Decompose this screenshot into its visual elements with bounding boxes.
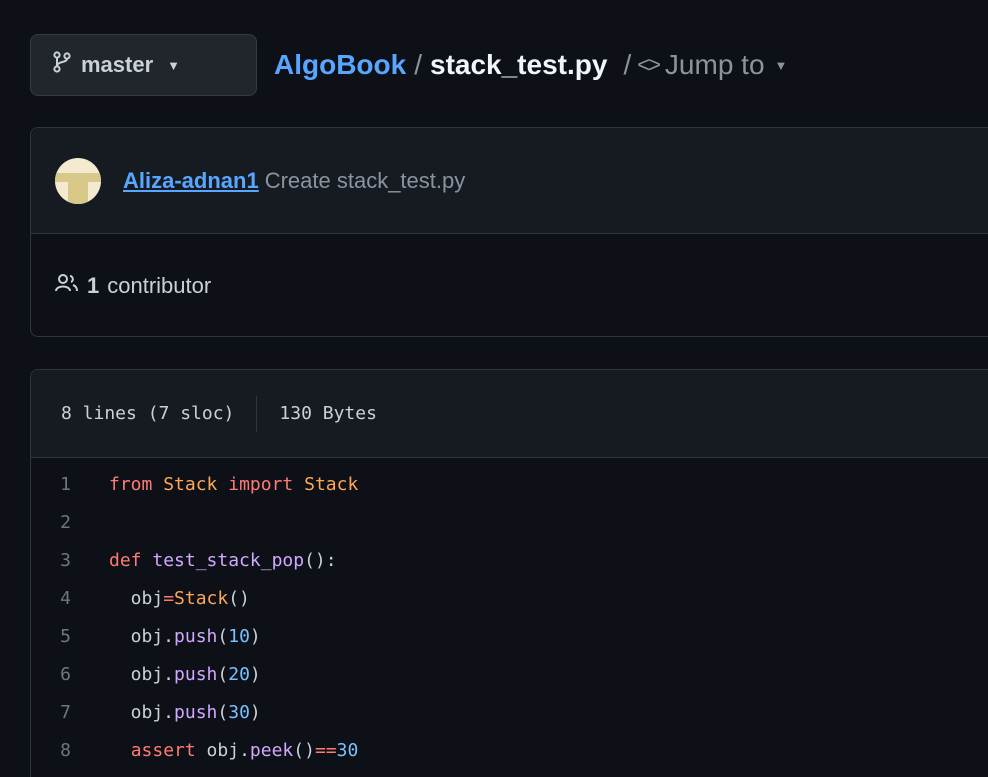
file-name: stack_test.py — [430, 49, 608, 80]
line-number[interactable]: 3 — [31, 550, 109, 571]
code-view: 1 from Stack import Stack 2 3 def test_stack… — [31, 458, 988, 769]
chevron-down-icon: ▼ — [774, 57, 788, 73]
code-token: push — [174, 701, 218, 723]
line-number[interactable]: 5 — [31, 626, 109, 647]
people-icon — [55, 273, 79, 299]
code-token: () — [293, 739, 315, 761]
file-box: 8 lines (7 sloc) 130 Bytes 1 from Stack i… — [30, 369, 988, 777]
code-token: ) — [249, 663, 261, 685]
code-token: import — [228, 473, 294, 495]
code-line: 1 from Stack import Stack — [31, 465, 988, 503]
code-token: from — [109, 473, 153, 495]
code-token: 20 — [228, 663, 250, 685]
code-token: ) — [249, 701, 261, 723]
code-line: 5 obj.push(10) — [31, 617, 988, 655]
code-token: (): — [304, 549, 337, 571]
code-token: Stack — [304, 473, 359, 495]
code-token: Stack — [163, 473, 218, 495]
branch-name: master — [81, 52, 154, 77]
line-number[interactable]: 1 — [31, 474, 109, 495]
line-source: assert obj.peek()==30 — [109, 739, 359, 761]
code-token: ( — [217, 663, 229, 685]
line-source: obj=Stack() — [109, 588, 250, 609]
code-token: ( — [217, 701, 229, 723]
code-token: push — [174, 663, 218, 685]
code-token: = — [163, 587, 175, 609]
chevron-down-icon: ▼ — [167, 57, 181, 73]
code-line: 3 def test_stack_pop(): — [31, 541, 988, 579]
code-token: 30 — [336, 739, 359, 761]
code-line: 8 assert obj.peek()==30 — [31, 731, 988, 769]
avatar[interactable] — [55, 157, 101, 204]
commit-box: Aliza-adnan1 Create stack_test.py 1 cont… — [30, 127, 988, 337]
code-token: obj — [109, 587, 164, 609]
code-token: == — [314, 739, 337, 761]
jump-to-button[interactable]: <> Jump to ▼ — [637, 49, 787, 81]
code-token: obj. — [109, 625, 175, 647]
line-number[interactable]: 7 — [31, 702, 109, 723]
jump-to-label: Jump to — [664, 49, 765, 80]
contributor-count: 1 — [87, 272, 100, 298]
line-source: obj.push(20) — [109, 664, 261, 685]
line-source: obj.push(10) — [109, 626, 261, 647]
code-token: obj. — [195, 739, 250, 761]
code-line: 6 obj.push(20) — [31, 655, 988, 693]
commit-author-link[interactable]: Aliza-adnan1 — [123, 168, 259, 194]
code-token: () — [228, 587, 250, 609]
line-number[interactable]: 8 — [31, 740, 109, 761]
code-token: ( — [217, 625, 229, 647]
line-source: obj.push(30) — [109, 702, 261, 723]
code-token: push — [174, 625, 218, 647]
breadcrumb-separator: / — [623, 49, 632, 80]
code-token: assert — [130, 739, 196, 761]
code-token: test_stack_pop — [152, 549, 305, 571]
code-token: def — [109, 549, 142, 571]
code-line: 7 obj.push(30) — [31, 693, 988, 731]
line-number[interactable]: 2 — [31, 512, 109, 533]
code-line: 2 — [31, 503, 988, 541]
code-token: Stack — [174, 587, 229, 609]
divider — [256, 395, 258, 432]
git-branch-icon — [53, 51, 71, 79]
breadcrumb: AlgoBook / stack_test.py / <> Jump to ▼ — [274, 49, 787, 81]
line-number[interactable]: 6 — [31, 664, 109, 685]
breadcrumb-separator: / — [414, 49, 422, 80]
github-file-view: master ▼ AlgoBook / stack_test.py / <> J… — [0, 0, 988, 777]
file-info-bar: 8 lines (7 sloc) 130 Bytes — [31, 370, 988, 458]
code-token: 10 — [228, 625, 250, 647]
line-count: 8 lines (7 sloc) — [61, 403, 235, 424]
contributors[interactable]: 1 contributor — [31, 234, 988, 337]
latest-commit: Aliza-adnan1 Create stack_test.py — [31, 128, 988, 234]
code-line: 4 obj=Stack() — [31, 579, 988, 617]
contributor-label: contributor — [107, 272, 212, 298]
file-navigation: master ▼ AlgoBook / stack_test.py / <> J… — [30, 34, 787, 96]
code-icon: <> — [637, 52, 661, 77]
file-size: 130 Bytes — [279, 403, 377, 424]
line-source: from Stack import Stack — [109, 474, 358, 495]
code-token: ) — [249, 625, 261, 647]
branch-select-button[interactable]: master ▼ — [30, 34, 257, 96]
code-token: obj. — [109, 701, 175, 723]
repo-link[interactable]: AlgoBook — [274, 49, 406, 81]
line-number[interactable]: 4 — [31, 588, 109, 609]
line-source: def test_stack_pop(): — [109, 550, 337, 571]
code-token: peek — [249, 739, 294, 761]
code-token: obj. — [109, 663, 175, 685]
commit-message[interactable]: Create stack_test.py — [265, 168, 466, 194]
code-token: 30 — [228, 701, 250, 723]
